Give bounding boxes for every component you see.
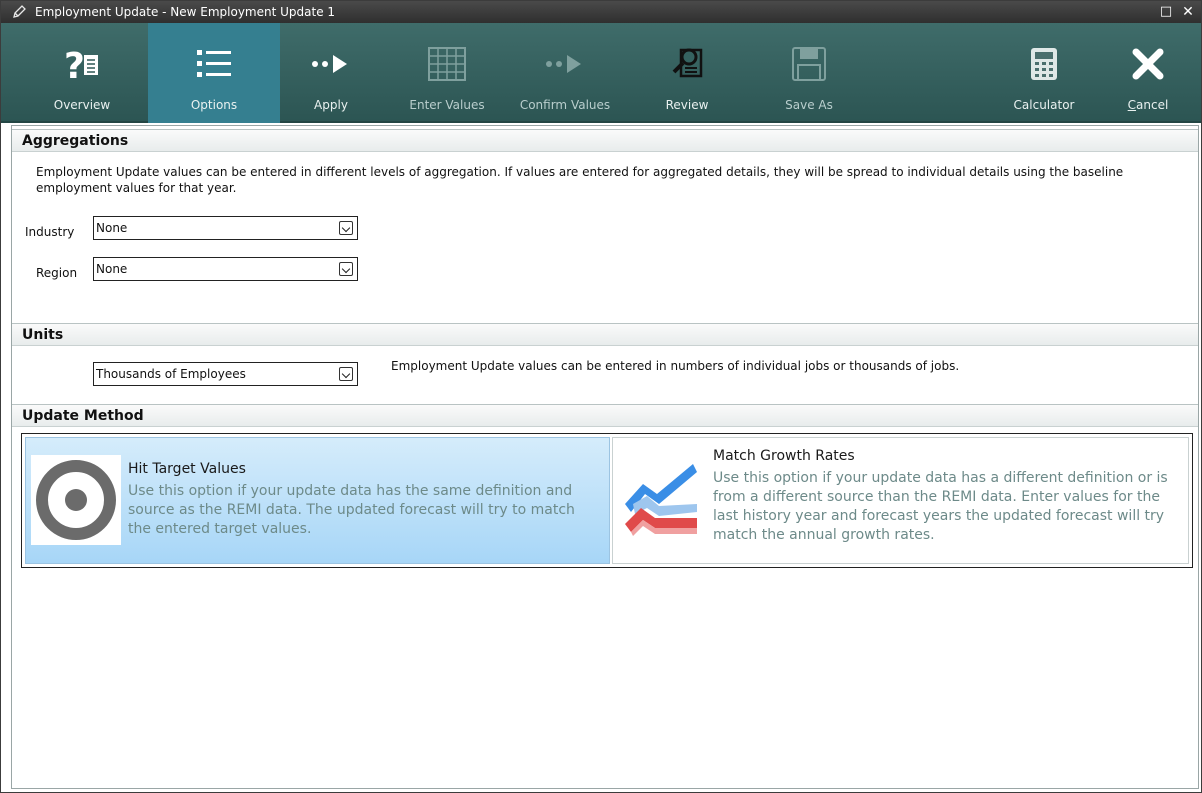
overview-button[interactable]: ? Overview xyxy=(16,23,148,123)
units-section: Thousands of Employees Employment Update… xyxy=(12,347,1198,402)
region-select-value: None xyxy=(96,262,128,276)
industry-label: Industry xyxy=(25,225,75,239)
svg-text:?: ? xyxy=(64,46,85,83)
toolbar: ? Overview Options Apply Enter Values Co… xyxy=(1,23,1201,123)
save-icon xyxy=(743,45,875,83)
match-growth-rates-title: Match Growth Rates xyxy=(713,448,855,464)
review-button[interactable]: Review xyxy=(621,23,753,123)
save-as-button[interactable]: Save As xyxy=(743,23,875,123)
enter-values-label: Enter Values xyxy=(409,98,485,112)
units-select-value: Thousands of Employees xyxy=(96,367,246,381)
hit-target-values-title: Hit Target Values xyxy=(128,461,246,477)
cancel-button[interactable]: Cancel xyxy=(1082,23,1202,123)
employment-update-window: Employment Update - New Employment Updat… xyxy=(0,0,1202,793)
target-icon xyxy=(31,455,121,545)
close-window-button[interactable]: ✕ xyxy=(1179,3,1197,21)
confirm-values-label: Confirm Values xyxy=(519,98,611,112)
overview-icon: ? xyxy=(16,45,148,83)
units-header: Units xyxy=(12,323,1198,346)
chevron-down-icon[interactable] xyxy=(339,262,353,276)
options-list-icon xyxy=(148,45,280,83)
growth-chart-icon xyxy=(621,458,703,540)
match-growth-rates-description: Use this option if your update data has … xyxy=(713,470,1168,543)
update-method-header: Update Method xyxy=(12,404,1198,427)
confirm-arrow-icon xyxy=(499,45,631,83)
industry-select-value: None xyxy=(96,221,128,235)
maximize-button[interactable]: □ xyxy=(1157,3,1175,21)
hit-target-values-option[interactable]: Hit Target Values Use this option if you… xyxy=(25,437,610,564)
hit-target-values-description: Use this option if your update data has … xyxy=(128,483,575,537)
window-title: Employment Update - New Employment Updat… xyxy=(35,5,336,19)
confirm-values-button[interactable]: Confirm Values xyxy=(499,23,631,123)
aggregations-description: Employment Update values can be entered … xyxy=(36,165,1124,195)
region-select[interactable]: None xyxy=(93,257,358,281)
apply-label: Apply xyxy=(314,98,348,112)
review-label: Review xyxy=(665,98,709,112)
pencil-icon xyxy=(11,4,27,20)
enter-values-button[interactable]: Enter Values xyxy=(381,23,513,123)
units-select[interactable]: Thousands of Employees xyxy=(93,362,358,386)
apply-arrow-icon xyxy=(265,45,397,83)
cancel-x-icon xyxy=(1082,45,1202,83)
chevron-down-icon[interactable] xyxy=(339,221,353,235)
update-method-options: Hit Target Values Use this option if you… xyxy=(21,433,1193,568)
review-magnifier-icon xyxy=(621,45,753,83)
options-button[interactable]: Options xyxy=(148,23,280,123)
match-growth-rates-option[interactable]: Match Growth Rates Use this option if yo… xyxy=(612,437,1189,564)
options-label: Options xyxy=(190,98,238,112)
overview-label: Overview xyxy=(53,98,111,112)
save-as-label: Save As xyxy=(785,98,833,112)
aggregations-header: Aggregations xyxy=(12,129,1198,152)
chevron-down-icon[interactable] xyxy=(339,367,353,381)
cancel-label: Cancel xyxy=(1127,98,1169,112)
options-content: Aggregations Employment Update values ca… xyxy=(11,125,1199,789)
grid-icon xyxy=(381,45,513,83)
industry-select[interactable]: None xyxy=(93,216,358,240)
aggregations-section: Employment Update values can be entered … xyxy=(12,153,1198,321)
region-label: Region xyxy=(36,266,78,280)
title-bar[interactable]: Employment Update - New Employment Updat… xyxy=(1,1,1201,23)
units-description: Employment Update values can be entered … xyxy=(391,359,960,373)
apply-button[interactable]: Apply xyxy=(265,23,397,123)
